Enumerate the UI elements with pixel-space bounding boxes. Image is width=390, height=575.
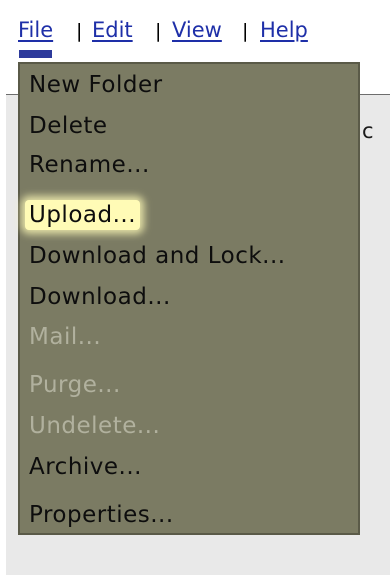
menu-view[interactable]: View	[172, 16, 222, 44]
menu-item-download-and-lock[interactable]: Download and Lock...	[29, 241, 286, 271]
menu-item-mail: Mail...	[29, 324, 102, 350]
menu-item-new-folder[interactable]: New Folder	[29, 70, 163, 100]
file-dropdown-menu: New Folder Delete Rename... Upload... Do…	[18, 62, 360, 535]
menubar-separator: |	[155, 20, 162, 42]
menu-item-rename[interactable]: Rename...	[29, 150, 150, 180]
menu-item-undelete: Undelete...	[29, 413, 161, 439]
menu-bar: File | Edit | View | Help	[0, 0, 390, 62]
active-menu-indicator	[19, 50, 52, 58]
background-partial-text: c	[362, 119, 374, 143]
menu-help[interactable]: Help	[260, 16, 308, 44]
menu-file[interactable]: File	[18, 16, 53, 44]
menu-item-upload[interactable]: Upload...	[25, 200, 141, 230]
menu-separator	[20, 488, 358, 496]
menu-item-archive[interactable]: Archive...	[29, 452, 142, 482]
menu-edit[interactable]: Edit	[92, 16, 133, 44]
menu-item-download[interactable]: Download...	[29, 282, 171, 312]
menubar-separator: |	[242, 20, 249, 42]
menu-item-purge: Purge...	[29, 372, 121, 398]
menu-separator	[20, 186, 358, 194]
menubar-separator: |	[76, 20, 83, 42]
menu-separator	[20, 358, 358, 366]
menu-item-delete[interactable]: Delete	[29, 111, 108, 141]
menu-item-properties[interactable]: Properties...	[29, 500, 174, 530]
